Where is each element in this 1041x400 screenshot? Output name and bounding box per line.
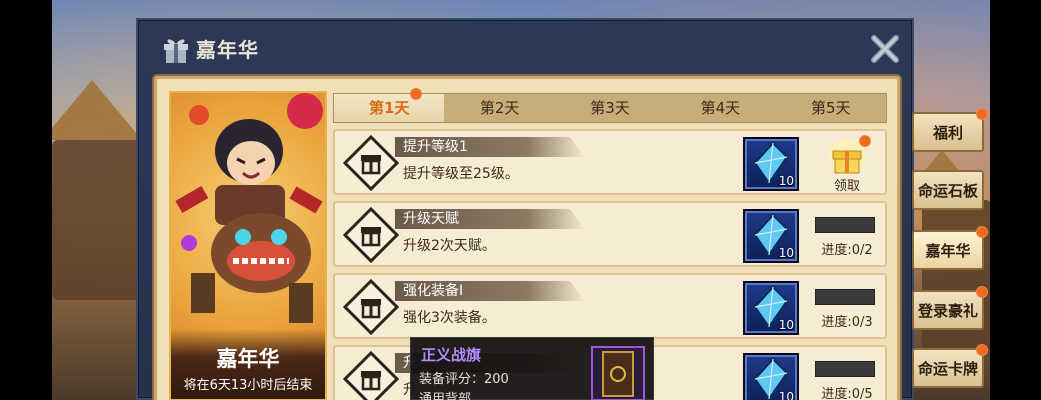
tab-label: 第2天 — [479, 99, 520, 117]
progress-text: 进度:0/2 — [821, 243, 873, 258]
notification-dot — [410, 88, 423, 100]
notification-dot — [859, 135, 871, 147]
task-description: 升级2次天赋。 — [403, 238, 496, 254]
side-tab-label: 嘉年华 — [925, 241, 971, 260]
notification-dot — [976, 226, 988, 238]
progress-text: 进度:0/3 — [821, 315, 873, 330]
character-illustration — [175, 93, 323, 323]
reward-count: 10 — [778, 318, 794, 332]
side-tab-fate-cards[interactable]: 命运卡牌 — [912, 344, 988, 388]
reward-count: 10 — [778, 390, 794, 400]
event-countdown: 将在6天13小时后结束 — [183, 378, 313, 393]
tab-day-3[interactable]: 第3天 — [555, 94, 665, 122]
banner-flag-icon — [602, 351, 634, 397]
tab-day-4[interactable]: 第4天 — [665, 94, 775, 122]
side-tab-carnival[interactable]: 嘉年华 — [912, 226, 988, 270]
progress-text: 进度:0/5 — [821, 387, 873, 400]
task-row: 提升等级1 提升等级至25级。 10 领取 — [333, 129, 887, 195]
task-row: 强化装备I 强化3次装备。 10 进度:0/3 — [333, 273, 887, 339]
reward-count: 10 — [778, 174, 794, 188]
roof-decoration — [52, 80, 142, 140]
side-tab-fate-slate[interactable]: 命运石板 — [912, 170, 984, 210]
gift-box-icon — [343, 207, 399, 263]
notification-dot — [976, 344, 988, 356]
item-thumbnail — [591, 346, 645, 400]
close-button[interactable] — [870, 34, 900, 64]
item-name: 正义战旗 — [421, 346, 482, 364]
reward-item[interactable]: 10 — [743, 353, 799, 400]
task-row: 升级天赋 升级2次天赋。 10 进度:0/2 — [333, 201, 887, 267]
tab-label: 第5天 — [811, 99, 851, 117]
reward-item[interactable]: 10 — [743, 137, 799, 191]
tab-day-2[interactable]: 第2天 — [444, 94, 554, 122]
day-tabs: 第1天 第2天 第3天 第4天 第5天 — [333, 88, 887, 123]
tab-label: 第3天 — [590, 99, 630, 117]
notification-dot — [976, 108, 988, 120]
gift-box-icon — [343, 135, 399, 191]
dialog-header: 嘉年华 — [138, 20, 912, 78]
carnival-banner: 嘉年华 将在6天13小时后结束 — [169, 91, 327, 400]
gift-box-icon — [343, 351, 399, 400]
side-tab-welfare[interactable]: 福利 — [912, 108, 988, 152]
reward-item[interactable]: 10 — [743, 209, 799, 263]
task-description: 提升等级至25级。 — [403, 166, 519, 182]
claim-button[interactable]: 领取 — [819, 135, 875, 194]
side-tab-label: 福利 — [932, 123, 963, 142]
hut-decoration — [52, 140, 142, 300]
task-title: 升级天赋 — [403, 211, 459, 227]
gift-icon — [164, 39, 188, 63]
tab-day-1[interactable]: 第1天 — [334, 88, 445, 122]
claim-label: 领取 — [833, 179, 860, 194]
task-title: 提升等级1 — [403, 139, 468, 155]
task-description: 强化3次装备。 — [403, 310, 496, 326]
item-slot: 通用背部 — [419, 392, 472, 400]
progress-bar — [815, 289, 875, 305]
progress-bar — [815, 361, 875, 377]
dialog-title: 嘉年华 — [196, 38, 259, 62]
side-tab-login-gift[interactable]: 登录豪礼 — [912, 286, 988, 330]
reward-item[interactable]: 10 — [743, 281, 799, 335]
task-title: 强化装备I — [403, 283, 464, 299]
notification-dot — [976, 286, 988, 298]
tab-label: 第1天 — [368, 99, 410, 117]
item-tooltip: 正义战旗 装备评分：200 通用背部 — [410, 337, 654, 400]
item-score: 装备评分：200 — [419, 372, 509, 387]
tab-day-5[interactable]: 第5天 — [776, 94, 886, 122]
side-tab-label: 登录豪礼 — [917, 301, 978, 320]
side-tab-label: 命运石板 — [917, 181, 978, 200]
gift-box-icon — [343, 279, 399, 335]
banner-title: 嘉年华 — [216, 347, 280, 371]
progress-bar — [815, 217, 875, 233]
reward-count: 10 — [778, 246, 794, 260]
side-tab-label: 命运卡牌 — [917, 359, 978, 378]
tab-label: 第4天 — [700, 99, 741, 117]
